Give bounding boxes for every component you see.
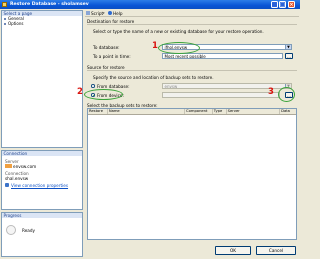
column-type[interactable]: Type bbox=[213, 109, 227, 114]
connection-value: shal.envsw bbox=[5, 176, 29, 181]
annotation-marker-3: 3 bbox=[268, 87, 274, 97]
section-divider bbox=[87, 24, 297, 25]
point-in-time-label: To a point in time: bbox=[93, 54, 131, 59]
chevron-down-icon[interactable]: ▼ bbox=[285, 45, 291, 49]
annotation-marker-2: 2 bbox=[77, 87, 83, 97]
help-icon bbox=[108, 11, 112, 15]
connection-pane: Connection Server envsw.com Connection s… bbox=[1, 150, 83, 210]
destination-instruction: Select or type the name of a new or exis… bbox=[93, 29, 264, 34]
page-icon bbox=[4, 22, 6, 25]
column-component[interactable]: Component bbox=[185, 109, 213, 114]
ok-button[interactable]: OK bbox=[215, 246, 251, 255]
column-restore[interactable]: Restore bbox=[88, 109, 108, 114]
database-icon bbox=[2, 2, 7, 7]
progress-spinner-icon bbox=[6, 225, 16, 235]
script-dropdown-arrow-icon[interactable]: ▾ bbox=[103, 11, 105, 15]
toolbar: Script ▾ Help bbox=[85, 10, 299, 17]
connection-header: Connection bbox=[2, 151, 82, 156]
server-value: envsw.com bbox=[13, 164, 37, 169]
from-database-value: envsw bbox=[164, 84, 178, 89]
progress-header: Progress bbox=[2, 213, 82, 218]
column-name[interactable]: Name bbox=[108, 109, 186, 114]
annotation-circle-browse bbox=[278, 87, 295, 102]
point-in-time-browse-button[interactable]: ... bbox=[285, 53, 293, 59]
server-redaction bbox=[5, 164, 12, 168]
from-device-field[interactable] bbox=[162, 92, 280, 98]
cancel-button[interactable]: Cancel bbox=[256, 246, 296, 255]
annotation-circle-database bbox=[158, 42, 200, 54]
backup-sets-grid[interactable]: Restore Name Component Type Server Data bbox=[87, 108, 297, 240]
point-in-time-value: Most recent possible bbox=[164, 54, 206, 59]
to-database-label: To database: bbox=[93, 45, 120, 50]
close-button[interactable]: × bbox=[288, 1, 295, 8]
nav-item-options[interactable]: Options bbox=[2, 21, 82, 26]
column-data[interactable]: Data bbox=[280, 109, 296, 114]
title-bar: Restore Database - sholamsev _ □ × bbox=[0, 0, 300, 9]
view-connection-properties-link[interactable]: View connection properties bbox=[11, 183, 68, 188]
annotation-marker-1: 1 bbox=[152, 41, 158, 51]
progress-status: Ready bbox=[22, 228, 35, 233]
minimize-button[interactable]: _ bbox=[271, 1, 278, 8]
annotation-circle-device bbox=[84, 89, 123, 100]
script-icon bbox=[86, 11, 90, 15]
script-button[interactable]: Script bbox=[91, 11, 103, 16]
help-button[interactable]: Help bbox=[113, 11, 123, 16]
maximize-button[interactable]: □ bbox=[279, 1, 286, 8]
page-icon bbox=[4, 17, 6, 20]
grid-header-row: Restore Name Component Type Server Data bbox=[88, 109, 296, 115]
from-database-radio[interactable] bbox=[91, 84, 95, 88]
source-instruction: Specify the source and location of backu… bbox=[93, 75, 214, 80]
nav-item-label: Options bbox=[8, 21, 24, 26]
section-divider bbox=[87, 70, 297, 71]
window-title: Restore Database - sholamsev bbox=[10, 2, 89, 7]
column-server[interactable]: Server bbox=[227, 109, 281, 114]
properties-icon bbox=[5, 183, 9, 187]
page-selector-pane: Select a page General Options bbox=[1, 10, 83, 148]
progress-pane: Progress Ready bbox=[1, 212, 83, 257]
